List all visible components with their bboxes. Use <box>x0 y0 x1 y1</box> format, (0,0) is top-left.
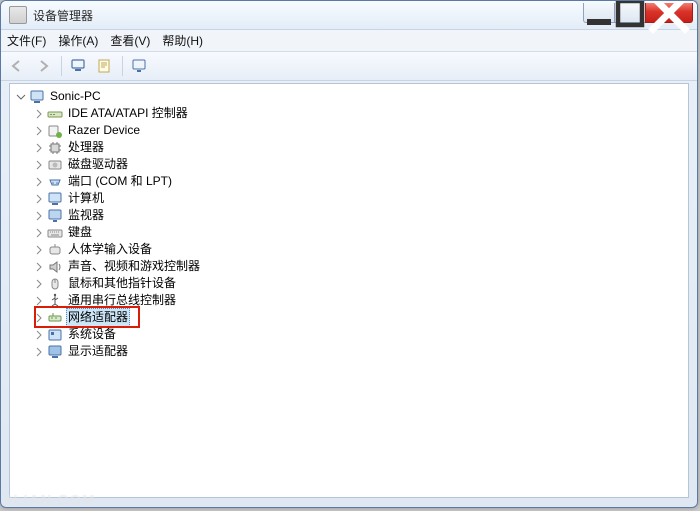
menubar: 文件(F) 操作(A) 查看(V) 帮助(H) <box>1 30 697 52</box>
tree-item-label: 系统设备 <box>66 326 118 343</box>
toolbar-separator <box>61 56 62 76</box>
menu-file[interactable]: 文件(F) <box>7 32 46 49</box>
expander-icon[interactable] <box>32 277 46 291</box>
tree-item-label: 人体学输入设备 <box>66 241 154 258</box>
expander-icon[interactable] <box>32 311 46 325</box>
tree-item-label: 监视器 <box>66 207 106 224</box>
usb-icon <box>47 293 63 309</box>
tree-root[interactable]: Sonic-PC <box>14 88 688 105</box>
tree-item[interactable]: 处理器 <box>14 139 688 156</box>
tree-item-label: 端口 (COM 和 LPT) <box>66 173 174 190</box>
menu-view[interactable]: 查看(V) <box>110 32 150 49</box>
tree-item-label: IDE ATA/ATAPI 控制器 <box>66 105 190 122</box>
titlebar[interactable]: 设备管理器 <box>1 1 697 30</box>
tree-item-label: 网络适配器 <box>66 308 130 327</box>
expander-icon[interactable] <box>14 90 28 104</box>
system-icon <box>47 327 63 343</box>
maximize-icon <box>615 0 645 28</box>
toolbar-forward-button[interactable] <box>31 55 55 77</box>
tree-item[interactable]: IDE ATA/ATAPI 控制器 <box>14 105 688 122</box>
network-icon <box>47 310 63 326</box>
port-icon <box>47 174 63 190</box>
tree-item[interactable]: 鼠标和其他指针设备 <box>14 275 688 292</box>
close-icon <box>646 0 692 36</box>
tree-item-label: Razer Device <box>66 122 142 139</box>
expander-icon[interactable] <box>32 158 46 172</box>
app-icon <box>9 6 27 24</box>
toolbar-help-button[interactable] <box>127 55 151 77</box>
menu-action[interactable]: 操作(A) <box>58 32 98 49</box>
expander-icon[interactable] <box>32 226 46 240</box>
mouse-icon <box>47 276 63 292</box>
expander-icon[interactable] <box>32 107 46 121</box>
computer-icon <box>29 89 45 105</box>
tree-item-label: 键盘 <box>66 224 94 241</box>
expander-icon[interactable] <box>32 175 46 189</box>
tree-item-label: 计算机 <box>66 190 106 207</box>
device-tree-panel[interactable]: Sonic-PCIDE ATA/ATAPI 控制器Razer Device处理器… <box>9 83 689 498</box>
tree-item-label: 通用串行总线控制器 <box>66 292 178 309</box>
tree-root-label: Sonic-PC <box>48 88 103 105</box>
expander-icon[interactable] <box>32 124 46 138</box>
window-frame: 设备管理器 文件(F) 操作(A) 查看(V) 帮助(H) <box>0 0 698 508</box>
expander-icon[interactable] <box>32 345 46 359</box>
tree-item[interactable]: 网络适配器 <box>14 309 688 326</box>
keyboard-icon <box>47 225 63 241</box>
tree-item[interactable]: 计算机 <box>14 190 688 207</box>
tree-item[interactable]: 显示适配器 <box>14 343 688 360</box>
disk-icon <box>47 157 63 173</box>
expander-icon[interactable] <box>32 260 46 274</box>
minimize-icon <box>584 0 614 28</box>
tree-item-label: 磁盘驱动器 <box>66 156 130 173</box>
arrow-left-icon <box>10 59 24 73</box>
properties-icon <box>97 59 111 73</box>
expander-icon[interactable] <box>32 192 46 206</box>
computer-icon <box>47 191 63 207</box>
tree-item[interactable]: 人体学输入设备 <box>14 241 688 258</box>
toolbar-separator <box>122 56 123 76</box>
tree-item[interactable]: 声音、视频和游戏控制器 <box>14 258 688 275</box>
toolbar-properties-button[interactable] <box>92 55 116 77</box>
cpu-icon <box>47 140 63 156</box>
hid-icon <box>47 242 63 258</box>
display-icon <box>47 344 63 360</box>
expander-icon[interactable] <box>32 141 46 155</box>
tree-item[interactable]: 端口 (COM 和 LPT) <box>14 173 688 190</box>
tree-item-label: 声音、视频和游戏控制器 <box>66 258 202 275</box>
menu-help[interactable]: 帮助(H) <box>162 32 203 49</box>
toolbar <box>1 52 697 81</box>
expander-icon[interactable] <box>32 243 46 257</box>
device-tree: Sonic-PCIDE ATA/ATAPI 控制器Razer Device处理器… <box>10 84 688 360</box>
help-icon <box>132 59 146 73</box>
tree-item[interactable]: Razer Device <box>14 122 688 139</box>
tree-item[interactable]: 通用串行总线控制器 <box>14 292 688 309</box>
audio-icon <box>47 259 63 275</box>
minimize-button[interactable] <box>583 3 615 23</box>
tree-item-label: 鼠标和其他指针设备 <box>66 275 178 292</box>
tree-item[interactable]: 监视器 <box>14 207 688 224</box>
razer-icon <box>47 123 63 139</box>
monitor-icon <box>47 208 63 224</box>
tree-item[interactable]: 键盘 <box>14 224 688 241</box>
expander-icon[interactable] <box>32 209 46 223</box>
window-title: 设备管理器 <box>33 7 583 24</box>
tree-item[interactable]: 磁盘驱动器 <box>14 156 688 173</box>
toolbar-console-button[interactable] <box>66 55 90 77</box>
window-controls <box>583 7 693 23</box>
expander-icon[interactable] <box>32 294 46 308</box>
tree-item-label: 处理器 <box>66 139 106 156</box>
close-button[interactable] <box>645 3 693 23</box>
maximize-button[interactable] <box>615 3 645 23</box>
ide-icon <box>47 106 63 122</box>
arrow-right-icon <box>36 59 50 73</box>
toolbar-back-button[interactable] <box>5 55 29 77</box>
tree-item-label: 显示适配器 <box>66 343 130 360</box>
tree-item[interactable]: 系统设备 <box>14 326 688 343</box>
console-icon <box>71 59 85 73</box>
expander-icon[interactable] <box>32 328 46 342</box>
